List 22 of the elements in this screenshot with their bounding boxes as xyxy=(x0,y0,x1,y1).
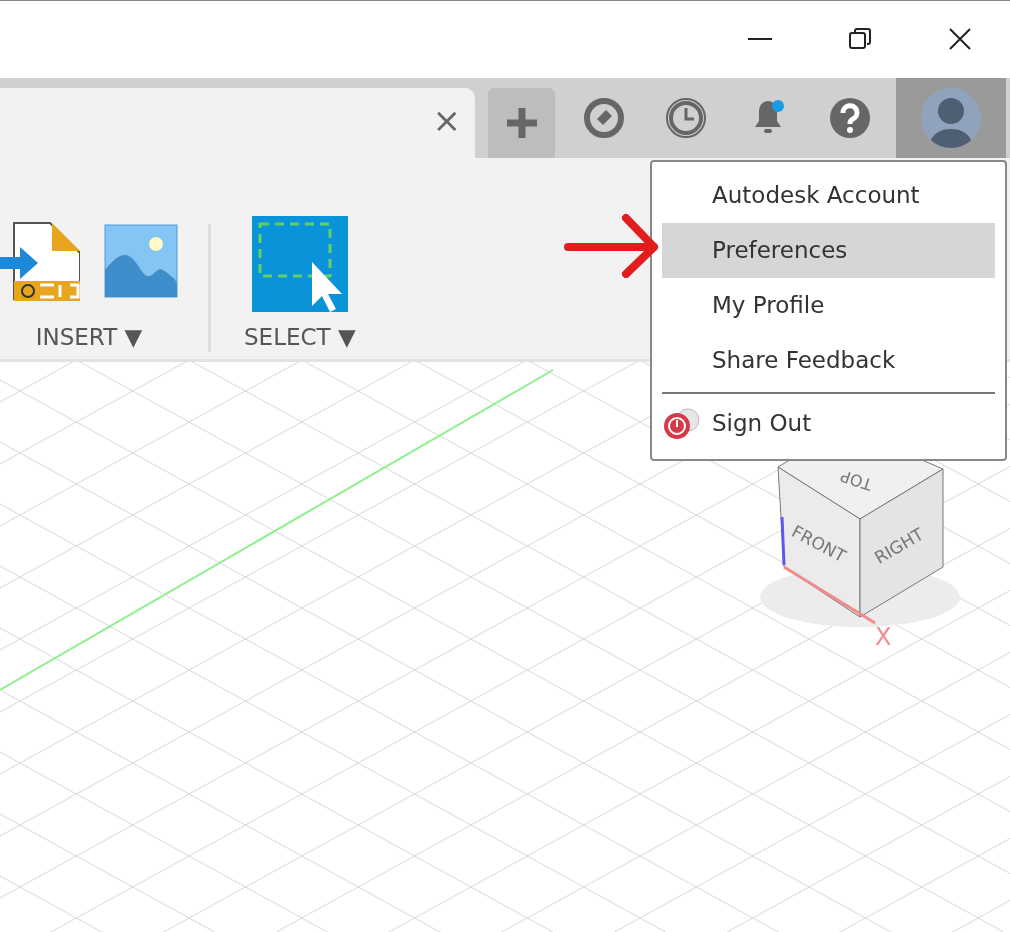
menu-item[interactable]: Autodesk Account xyxy=(662,168,995,223)
power-icon xyxy=(662,407,702,441)
tab-close-button[interactable]: × xyxy=(418,103,475,143)
minimize-icon xyxy=(748,37,772,41)
window-select-icon xyxy=(251,216,348,312)
menu-item[interactable]: Preferences xyxy=(662,223,995,278)
document-tab[interactable]: × xyxy=(0,88,475,158)
restore-icon xyxy=(849,28,871,50)
image-icon xyxy=(104,224,178,298)
cube-face-label: TOP xyxy=(838,466,875,495)
help-icon xyxy=(829,97,871,139)
clock-icon xyxy=(665,97,707,139)
menu-item[interactable]: My Profile xyxy=(662,278,995,333)
menu-item[interactable]: Share Feedback xyxy=(662,333,995,388)
z-axis-line xyxy=(780,516,786,566)
new-tab-button[interactable] xyxy=(488,88,555,158)
select-menu[interactable]: SELECT ▼ xyxy=(244,320,356,355)
close-icon xyxy=(949,28,971,50)
axis-label: X xyxy=(875,623,892,651)
insert-menu[interactable]: INSERT ▼ xyxy=(35,320,143,355)
user-silhouette-icon xyxy=(920,87,982,149)
svg-import-icon xyxy=(0,221,80,301)
